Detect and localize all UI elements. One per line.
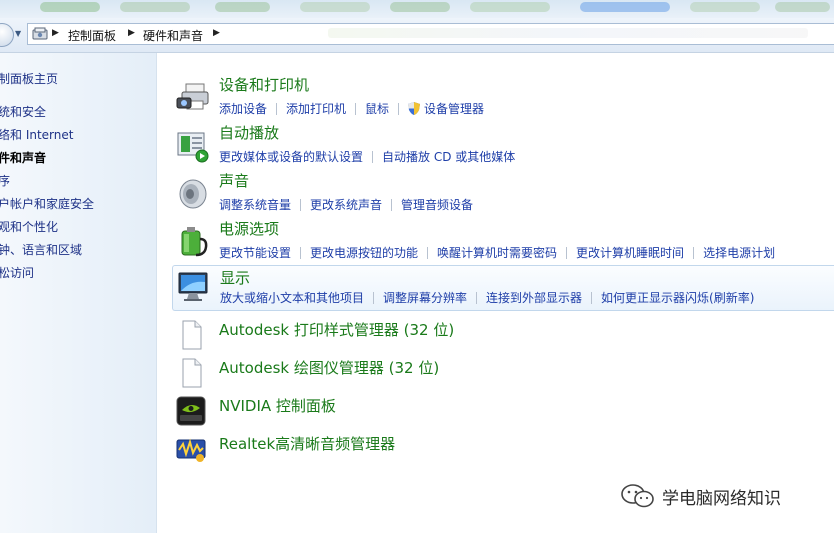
item-autodesk-plotter: Autodesk 绘图仪管理器 (32 位) xyxy=(172,356,834,390)
category-links: 更改媒体或设备的默认设置 自动播放 CD 或其他媒体 xyxy=(219,148,515,165)
category-power-options: 电源选项 更改节能设置 更改电源按钮的功能 唤醒计算机时需要密码 更改计算机睡眠时间 选… xyxy=(172,219,834,267)
link-divider xyxy=(276,103,278,115)
watermark-text: 学电脑网络知识 xyxy=(662,488,781,509)
blurred-tab xyxy=(215,2,270,12)
category-autoplay: 自动播放 更改媒体或设备的默认设置 自动播放 CD 或其他媒体 xyxy=(172,123,834,171)
category-title[interactable]: 设备和打印机 xyxy=(219,74,309,95)
item-title[interactable]: Realtek高清晰音频管理器 xyxy=(219,433,395,454)
link-manage-audio[interactable]: 管理音频设备 xyxy=(401,198,473,212)
link-divider xyxy=(391,199,393,211)
category-links: 调整系统音量 更改系统声音 管理音频设备 xyxy=(219,196,473,213)
category-title[interactable]: 自动播放 xyxy=(219,122,279,143)
breadcrumb-separator-icon[interactable]: ▶ xyxy=(52,28,59,38)
blurred-overlay xyxy=(328,28,808,38)
breadcrumb-control-panel[interactable]: 控制面板 xyxy=(68,27,116,44)
nav-control-panel-home[interactable]: 制面板主页 xyxy=(0,70,58,87)
link-divider xyxy=(372,151,374,163)
nav-system-security[interactable]: 统和安全 xyxy=(0,103,46,120)
item-title[interactable]: NVIDIA 控制面板 xyxy=(219,395,336,416)
link-divider xyxy=(300,199,302,211)
category-sound: 声音 调整系统音量 更改系统声音 管理音频设备 xyxy=(172,171,834,219)
link-add-printer[interactable]: 添加打印机 xyxy=(286,102,346,116)
link-sleep-time[interactable]: 更改计算机睡眠时间 xyxy=(576,246,684,260)
category-links: 添加设备 添加打印机 鼠标 设备管理器 xyxy=(219,100,484,117)
document-icon[interactable] xyxy=(176,358,206,388)
document-icon[interactable] xyxy=(176,320,206,350)
link-mouse[interactable]: 鼠标 xyxy=(365,102,389,116)
nav-user-accounts[interactable]: 户帐户和家庭安全 xyxy=(0,195,94,212)
link-divider xyxy=(566,247,568,259)
breadcrumb-hardware-sound[interactable]: 硬件和声音 xyxy=(143,27,203,44)
nav-appearance[interactable]: 观和个性化 xyxy=(0,218,58,235)
nav-hardware-sound[interactable]: 件和声音 xyxy=(0,149,46,166)
power-options-icon[interactable] xyxy=(176,225,210,259)
link-power-button-function[interactable]: 更改电源按钮的功能 xyxy=(310,246,418,260)
blurred-tab xyxy=(300,2,370,12)
link-divider xyxy=(693,247,695,259)
blurred-tab xyxy=(40,2,100,12)
link-external-display[interactable]: 连接到外部显示器 xyxy=(486,291,582,305)
link-divider xyxy=(300,247,302,259)
item-autodesk-print-style: Autodesk 打印样式管理器 (32 位) xyxy=(172,318,834,352)
address-bar[interactable]: ▶ 控制面板 ▶ 硬件和声音 ▶ xyxy=(27,23,834,45)
category-links: 更改节能设置 更改电源按钮的功能 唤醒计算机时需要密码 更改计算机睡眠时间 选择电源计划 xyxy=(219,244,775,261)
link-autoplay-cd[interactable]: 自动播放 CD 或其他媒体 xyxy=(382,150,515,164)
autoplay-icon[interactable] xyxy=(176,129,210,163)
realtek-audio-icon[interactable] xyxy=(176,434,206,464)
link-add-device[interactable]: 添加设备 xyxy=(219,102,267,116)
link-require-password-wake[interactable]: 唤醒计算机时需要密码 xyxy=(437,246,557,260)
item-title[interactable]: Autodesk 打印样式管理器 (32 位) xyxy=(219,319,454,340)
navigation-bar: ▼ ▶ 控制面板 ▶ 硬件和声音 ▶ xyxy=(0,18,834,53)
breadcrumb-separator-icon[interactable]: ▶ xyxy=(213,28,220,38)
speaker-icon[interactable] xyxy=(176,177,210,211)
link-adjust-volume[interactable]: 调整系统音量 xyxy=(219,198,291,212)
link-change-sounds[interactable]: 更改系统声音 xyxy=(310,198,382,212)
blurred-tab xyxy=(580,2,670,12)
blurred-tab xyxy=(120,2,190,12)
link-refresh-rate[interactable]: 如何更正显示器闪烁(刷新率) xyxy=(601,291,754,305)
category-title[interactable]: 电源选项 xyxy=(219,218,279,239)
back-button[interactable] xyxy=(0,23,14,47)
blurred-tab xyxy=(775,2,830,12)
nav-programs[interactable]: 序 xyxy=(0,172,10,189)
category-display[interactable]: 显示 放大或缩小文本和其他项目 调整屏幕分辨率 连接到外部显示器 如何更正显示器闪烁(… xyxy=(172,265,834,311)
devices-printers-icon[interactable] xyxy=(176,81,210,115)
category-links: 放大或缩小文本和其他项目 调整屏幕分辨率 连接到外部显示器 如何更正显示器闪烁(刷新率… xyxy=(220,289,754,306)
uac-shield-icon xyxy=(408,102,421,115)
link-device-manager[interactable]: 设备管理器 xyxy=(424,102,484,116)
link-change-default-media[interactable]: 更改媒体或设备的默认设置 xyxy=(219,150,363,164)
nvidia-icon[interactable] xyxy=(176,396,206,426)
control-panel-icon xyxy=(32,27,48,40)
category-title[interactable]: 显示 xyxy=(220,267,250,288)
recent-pages-dropdown-icon[interactable]: ▼ xyxy=(15,29,21,38)
item-realtek-audio: Realtek高清晰音频管理器 xyxy=(172,432,834,466)
item-title[interactable]: Autodesk 绘图仪管理器 (32 位) xyxy=(219,357,439,378)
blurred-tab xyxy=(690,2,760,12)
link-divider xyxy=(591,292,593,304)
breadcrumb-separator-icon[interactable]: ▶ xyxy=(128,28,135,38)
blurred-tab xyxy=(390,2,450,12)
nav-clock-language-region[interactable]: 钟、语言和区域 xyxy=(0,241,82,258)
nav-network-internet[interactable]: 络和 Internet xyxy=(0,126,73,143)
link-divider xyxy=(427,247,429,259)
link-divider xyxy=(398,103,400,115)
blurred-tab xyxy=(470,2,550,12)
left-nav-pane: 制面板主页 统和安全 络和 Internet 件和声音 序 户帐户和家庭安全 观… xyxy=(0,53,157,533)
display-icon[interactable] xyxy=(177,270,211,304)
category-devices-printers: 设备和打印机 添加设备 添加打印机 鼠标 设备管理器 xyxy=(172,75,834,123)
link-divider xyxy=(373,292,375,304)
item-nvidia-control-panel: NVIDIA 控制面板 xyxy=(172,394,834,428)
watermark: 学电脑网络知识 xyxy=(620,483,781,509)
browser-tab-strip xyxy=(0,0,834,18)
link-divider xyxy=(355,103,357,115)
link-choose-power-plan[interactable]: 选择电源计划 xyxy=(703,246,775,260)
link-text-size[interactable]: 放大或缩小文本和其他项目 xyxy=(220,291,364,305)
link-divider xyxy=(476,292,478,304)
category-title[interactable]: 声音 xyxy=(219,170,249,191)
nav-ease-of-access[interactable]: 松访问 xyxy=(0,264,34,281)
wechat-logo-icon xyxy=(621,484,654,508)
link-screen-resolution[interactable]: 调整屏幕分辨率 xyxy=(383,291,467,305)
link-change-power-saving[interactable]: 更改节能设置 xyxy=(219,246,291,260)
